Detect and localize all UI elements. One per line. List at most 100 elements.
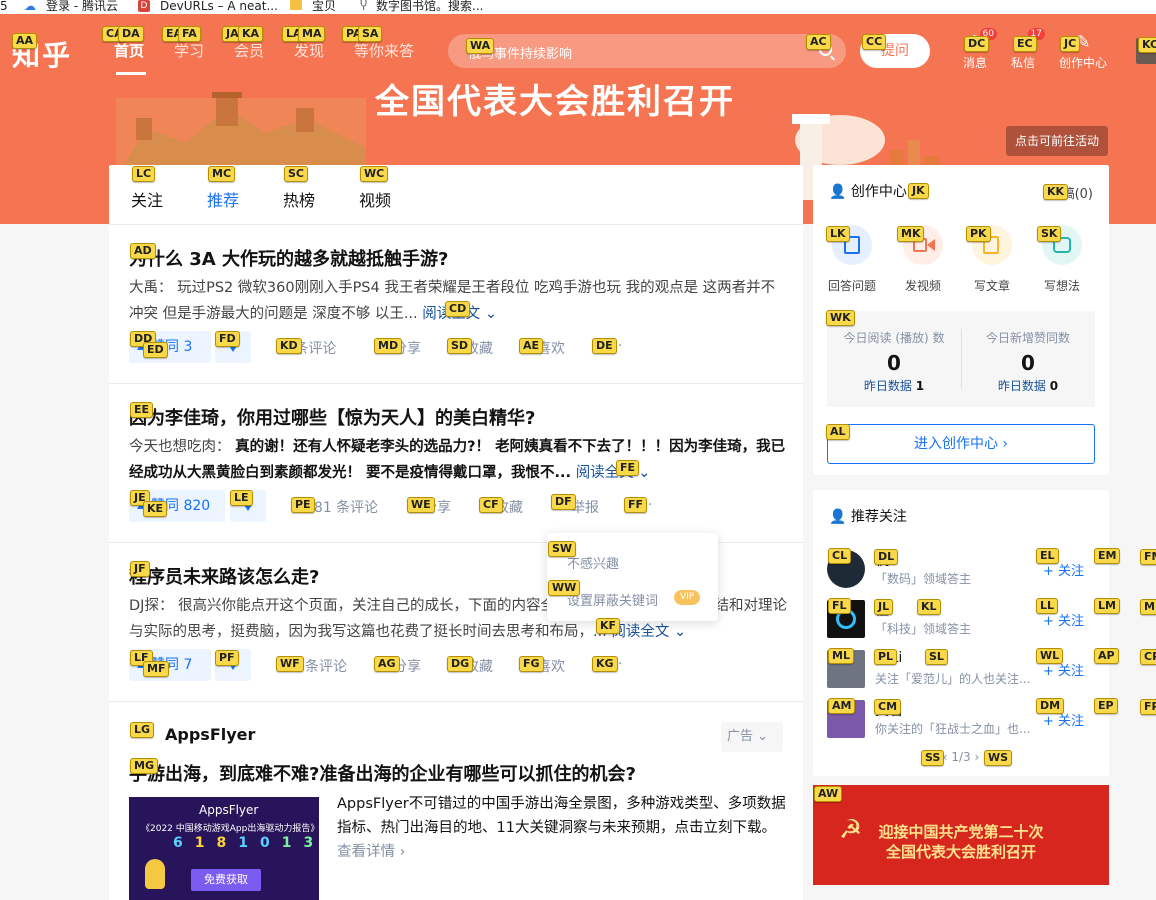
keyboard-hint-tag: CD: [445, 301, 471, 317]
keyboard-hint-tag: FA: [178, 26, 201, 42]
keyboard-hint-tag: EM: [1094, 548, 1121, 564]
keyboard-hint-tag: KE: [143, 501, 168, 517]
ad-tag[interactable]: 广告 ⌄: [721, 722, 783, 752]
keyboard-hint-tag: KK: [1043, 184, 1069, 200]
ad-more-link[interactable]: 查看详情: [337, 844, 395, 860]
keyboard-hint-tag: PK: [966, 226, 991, 242]
ad-image-title: 《2022 中国移动游戏App出海驱动力报告》: [141, 824, 319, 834]
card-title[interactable]: 因为李佳琦，你用过哪些【惊为天人】的美白精华?: [129, 404, 535, 430]
keyboard-hint-tag: LC: [132, 166, 156, 182]
advertiser-name[interactable]: AppsFlyer: [165, 725, 255, 744]
ad-number: 6: [173, 835, 195, 851]
card-excerpt[interactable]: 今天也想吃肉： 真的谢！还有人怀疑老李头的选品力?！ 老阿姨真看不下去了！！！因…: [129, 434, 789, 486]
stat-label: 今日阅读 (播放) 数: [843, 331, 945, 345]
keyboard-hint-tag: MK: [897, 226, 925, 242]
ad-title[interactable]: 手游出海，到底难不难?准备出海的企业有哪些可以抓住的机会?: [129, 760, 636, 786]
keyboard-hint-tag: SA: [358, 26, 383, 42]
keyboard-hint-tag: WL: [1036, 648, 1064, 664]
side-banner-ad[interactable]: ☭ 迎接中国共产党第二十次 全国代表大会胜利召开: [813, 785, 1109, 885]
enter-creator-center-button[interactable]: 进入创作中心 ›: [827, 424, 1095, 464]
bookmark-item[interactable]: 登录 - 腾讯云: [46, 0, 118, 14]
nav-waiting-answers[interactable]: 等你来答: [354, 40, 414, 61]
keyboard-hint-tag: FF: [624, 497, 648, 513]
yesterday-value: 1: [915, 379, 925, 393]
answer-question-label[interactable]: 回答问题: [822, 277, 882, 294]
keyboard-hint-tag: EP: [1094, 698, 1118, 714]
keyboard-hint-tag: EE: [130, 402, 154, 418]
keyboard-hint-tag: DM: [1036, 698, 1065, 714]
nav-vip[interactable]: 会员: [234, 40, 264, 61]
next-page-button[interactable]: ›: [974, 750, 979, 764]
keyboard-hint-tag: MG: [130, 758, 158, 774]
ad-cta-button[interactable]: 免费获取: [191, 869, 261, 891]
ad-image[interactable]: AppsFlyer 《2022 中国移动游戏App出海驱动力报告》 618101…: [129, 797, 319, 900]
creator-title-label: 创作中心: [850, 184, 907, 200]
card-title[interactable]: 为什么 3A 大作玩的越多就越抵触手游?: [129, 245, 448, 271]
tab-video[interactable]: 视频: [359, 187, 391, 211]
keyboard-hint-tag: DG: [447, 656, 474, 672]
keyboard-hint-tag: WW: [548, 580, 581, 596]
ad-number: 13: [281, 835, 313, 851]
keyboard-hint-tag: LG: [130, 722, 155, 738]
ad-text[interactable]: AppsFlyer不可错过的中国手游出海全景图，多种游戏类型、多项数据指标、热门…: [337, 792, 787, 864]
keyboard-hint-tag: PE: [291, 497, 315, 513]
excerpt-author: 今天也想吃肉：: [129, 439, 231, 455]
keyboard-hint-tag: AE: [519, 338, 544, 354]
keyboard-hint-tag: AC: [806, 34, 831, 50]
yesterday-label: 昨日数据: [997, 379, 1046, 393]
bookmark-bar: 5 ☁ 登录 - 腾讯云 D DevURLs – A neat... 宝贝 Ⴤ …: [0, 0, 1156, 14]
comment-button[interactable]: 条评论: [305, 656, 347, 676]
stat-yesterday[interactable]: 昨日数据 0: [961, 377, 1095, 394]
keyboard-hint-tag: DL: [874, 549, 899, 565]
folder-icon: [290, 0, 302, 10]
creator-stats: 今日阅读 (播放) 数 0 昨日数据 1 今日新增赞同数 0 昨日数据 0: [827, 311, 1095, 407]
creator-label: 创作中心: [1058, 56, 1107, 70]
keyboard-hint-tag: KA: [238, 26, 264, 42]
stat-yesterday[interactable]: 昨日数据 1: [827, 377, 961, 394]
user-desc: 「科技」领域答主: [875, 622, 972, 636]
keyboard-hint-tag: FE: [616, 460, 640, 476]
bookmark-item[interactable]: 宝贝: [312, 0, 336, 14]
write-idea-label[interactable]: 写想法: [1032, 277, 1092, 294]
nav-discover[interactable]: 发现: [294, 40, 324, 61]
creator-panel-title[interactable]: 👤 创作中心: [829, 181, 907, 201]
keyboard-hint-tag: FD: [215, 331, 240, 347]
keyboard-hint-tag: MM: [1140, 599, 1156, 615]
write-article-label[interactable]: 写文章: [962, 277, 1022, 294]
ad-number: 18: [194, 835, 239, 851]
tab-following[interactable]: 关注: [131, 187, 163, 211]
keyboard-hint-tag: DA: [118, 26, 144, 42]
keyboard-hint-tag: WC: [360, 166, 389, 182]
keyboard-hint-tag: MA: [298, 26, 326, 42]
ad-description: AppsFlyer不可错过的中国手游出海全景图，多种游戏类型、多项数据指标、热门…: [337, 796, 786, 836]
chevron-down-icon: ⌄: [757, 729, 769, 744]
bookmark-item[interactable]: 5: [0, 0, 8, 14]
keyboard-hint-tag: SL: [925, 649, 948, 665]
card-title[interactable]: 程序员未来路该怎么走?: [129, 563, 319, 589]
keyboard-hint-tag: ED: [143, 342, 168, 358]
library-icon: Ⴤ: [360, 0, 368, 13]
keyboard-hint-tag: CF: [479, 497, 503, 513]
search-input[interactable]: 俄乌事件持续影响: [448, 34, 846, 68]
comment-button[interactable]: 281 条评论: [305, 497, 378, 517]
ad-tag-label: 广告: [727, 729, 754, 744]
bookmark-item[interactable]: DevURLs – A neat...: [160, 0, 278, 14]
activity-button[interactable]: 点击可前往活动: [1006, 126, 1108, 156]
chevron-down-icon: ⌄: [484, 306, 498, 322]
keyboard-hint-tag: AA: [12, 33, 38, 49]
read-more-link[interactable]: 阅读全文: [611, 624, 669, 640]
post-video-label[interactable]: 发视频: [893, 277, 953, 294]
keyboard-hint-tag: KF: [596, 618, 621, 634]
keyboard-hint-tag: EL: [1036, 548, 1059, 564]
nav-learn[interactable]: 学习: [174, 40, 204, 61]
chevron-right-icon: ›: [399, 844, 406, 860]
tab-recommend[interactable]: 推荐: [207, 187, 239, 211]
block-keywords-item[interactable]: 设置屏蔽关键词: [567, 590, 658, 609]
recommend-user: 位 「科技」领域答主 + 关注: [813, 600, 1109, 650]
tab-hot[interactable]: 热榜: [283, 187, 315, 211]
keyboard-hint-tag: PF: [215, 650, 239, 666]
bookmark-item[interactable]: 数字图书馆。搜索...: [376, 0, 483, 14]
keyboard-hint-tag: JL: [874, 599, 894, 615]
nav-home[interactable]: 首页: [114, 40, 144, 61]
keyboard-hint-tag: JF: [130, 561, 150, 577]
